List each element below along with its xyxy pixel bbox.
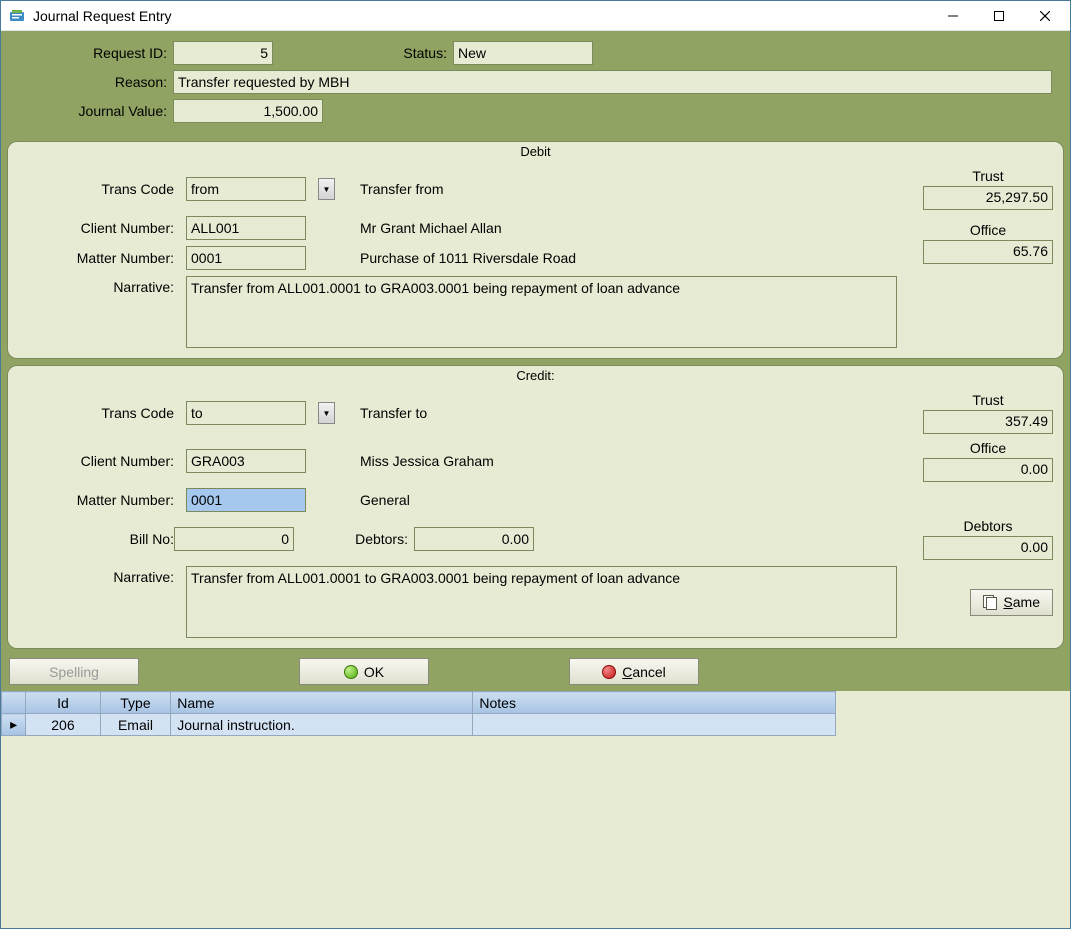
button-row: Spelling OK Cancel (1, 652, 1070, 691)
credit-title: Credit: (8, 366, 1063, 384)
debit-narrative-field[interactable]: Transfer from ALL001.0001 to GRA003.0001… (186, 276, 897, 348)
status-field[interactable] (453, 41, 593, 65)
reason-label: Reason: (11, 74, 173, 90)
col-notes[interactable]: Notes (473, 692, 836, 714)
journal-value-label: Journal Value: (11, 103, 173, 119)
chevron-down-icon[interactable]: ▼ (318, 402, 335, 424)
credit-trust-value: 357.49 (923, 410, 1053, 434)
chevron-down-icon[interactable]: ▼ (318, 178, 335, 200)
titlebar: Journal Request Entry (1, 1, 1070, 31)
credit-panel: Credit: Trans Code ▼ Transfer to Trust 3… (7, 365, 1064, 649)
request-id-label: Request ID: (11, 45, 173, 61)
credit-client-name: Miss Jessica Graham (342, 453, 897, 469)
credit-matter-field[interactable] (186, 488, 306, 512)
debtors-field[interactable] (414, 527, 534, 551)
debtors-label: Debtors: (294, 531, 414, 547)
credit-office-value: 0.00 (923, 458, 1053, 482)
debit-transcode-select[interactable]: ▼ (186, 177, 336, 201)
window-title: Journal Request Entry (33, 8, 930, 24)
status-label: Status: (273, 45, 453, 61)
debit-trust-box: Trust 25,297.50 (923, 168, 1053, 210)
col-name[interactable]: Name (171, 692, 473, 714)
debit-client-field[interactable] (186, 216, 306, 240)
app-icon (9, 8, 25, 24)
debit-client-label: Client Number: (18, 220, 180, 236)
credit-transcode-select[interactable]: ▼ (186, 401, 336, 425)
credit-transcode-label: Trans Code (18, 405, 180, 421)
credit-debtors-value: 0.00 (923, 536, 1053, 560)
spelling-button[interactable]: Spelling (9, 658, 139, 685)
credit-client-field[interactable] (186, 449, 306, 473)
attachments-table: Id Type Name Notes ▸ 206 Email Journal i… (1, 691, 836, 736)
credit-debtors-box: Debtors 0.00 (923, 518, 1053, 560)
cell-notes[interactable] (473, 714, 836, 736)
credit-narrative-label: Narrative: (18, 566, 180, 585)
bill-no-field[interactable] (174, 527, 294, 551)
copy-icon (983, 595, 997, 609)
debit-panel: Debit Trans Code ▼ Transfer from Trust 2… (7, 141, 1064, 359)
debit-matter-label: Matter Number: (18, 250, 180, 266)
debit-office-value: 65.76 (923, 240, 1053, 264)
debit-client-name: Mr Grant Michael Allan (342, 220, 897, 236)
table-header-row: Id Type Name Notes (2, 692, 836, 714)
credit-matter-desc: General (342, 492, 897, 508)
col-type[interactable]: Type (100, 692, 171, 714)
debit-transcode-label: Trans Code (18, 181, 180, 197)
ok-button[interactable]: OK (299, 658, 429, 685)
col-id[interactable]: Id (26, 692, 101, 714)
bill-no-label: Bill No: (18, 531, 180, 547)
credit-narrative-field[interactable]: Transfer from ALL001.0001 to GRA003.0001… (186, 566, 897, 638)
cancel-icon (602, 665, 616, 679)
close-button[interactable] (1022, 1, 1068, 30)
debit-matter-desc: Purchase of 1011 Riversdale Road (342, 250, 897, 266)
cancel-button[interactable]: Cancel (569, 658, 699, 685)
maximize-button[interactable] (976, 1, 1022, 30)
row-selector-header[interactable] (2, 692, 26, 714)
minimize-button[interactable] (930, 1, 976, 30)
request-id-field[interactable] (173, 41, 273, 65)
debit-title: Debit (8, 142, 1063, 160)
debit-trans-desc: Transfer from (342, 181, 897, 197)
ok-icon (344, 665, 358, 679)
cell-type[interactable]: Email (100, 714, 171, 736)
credit-office-box: Office 0.00 (923, 440, 1053, 482)
table-row[interactable]: ▸ 206 Email Journal instruction. (2, 714, 836, 736)
credit-matter-label: Matter Number: (18, 492, 180, 508)
cell-id[interactable]: 206 (26, 714, 101, 736)
credit-trans-desc: Transfer to (342, 405, 897, 421)
same-button[interactable]: Same (970, 589, 1053, 616)
header-section: Request ID: Status: Reason: Journal Valu… (1, 31, 1070, 138)
debit-trust-value: 25,297.50 (923, 186, 1053, 210)
debit-matter-field[interactable] (186, 246, 306, 270)
row-selector[interactable]: ▸ (2, 714, 26, 736)
debit-office-box: Office 65.76 (923, 222, 1053, 264)
debit-narrative-label: Narrative: (18, 276, 180, 295)
journal-value-field[interactable] (173, 99, 323, 123)
credit-client-label: Client Number: (18, 453, 180, 469)
grid-area: Id Type Name Notes ▸ 206 Email Journal i… (1, 691, 1070, 928)
content-area: Request ID: Status: Reason: Journal Valu… (1, 31, 1070, 928)
reason-field[interactable] (173, 70, 1052, 94)
credit-trust-box: Trust 357.49 (923, 392, 1053, 434)
cell-name[interactable]: Journal instruction. (171, 714, 473, 736)
